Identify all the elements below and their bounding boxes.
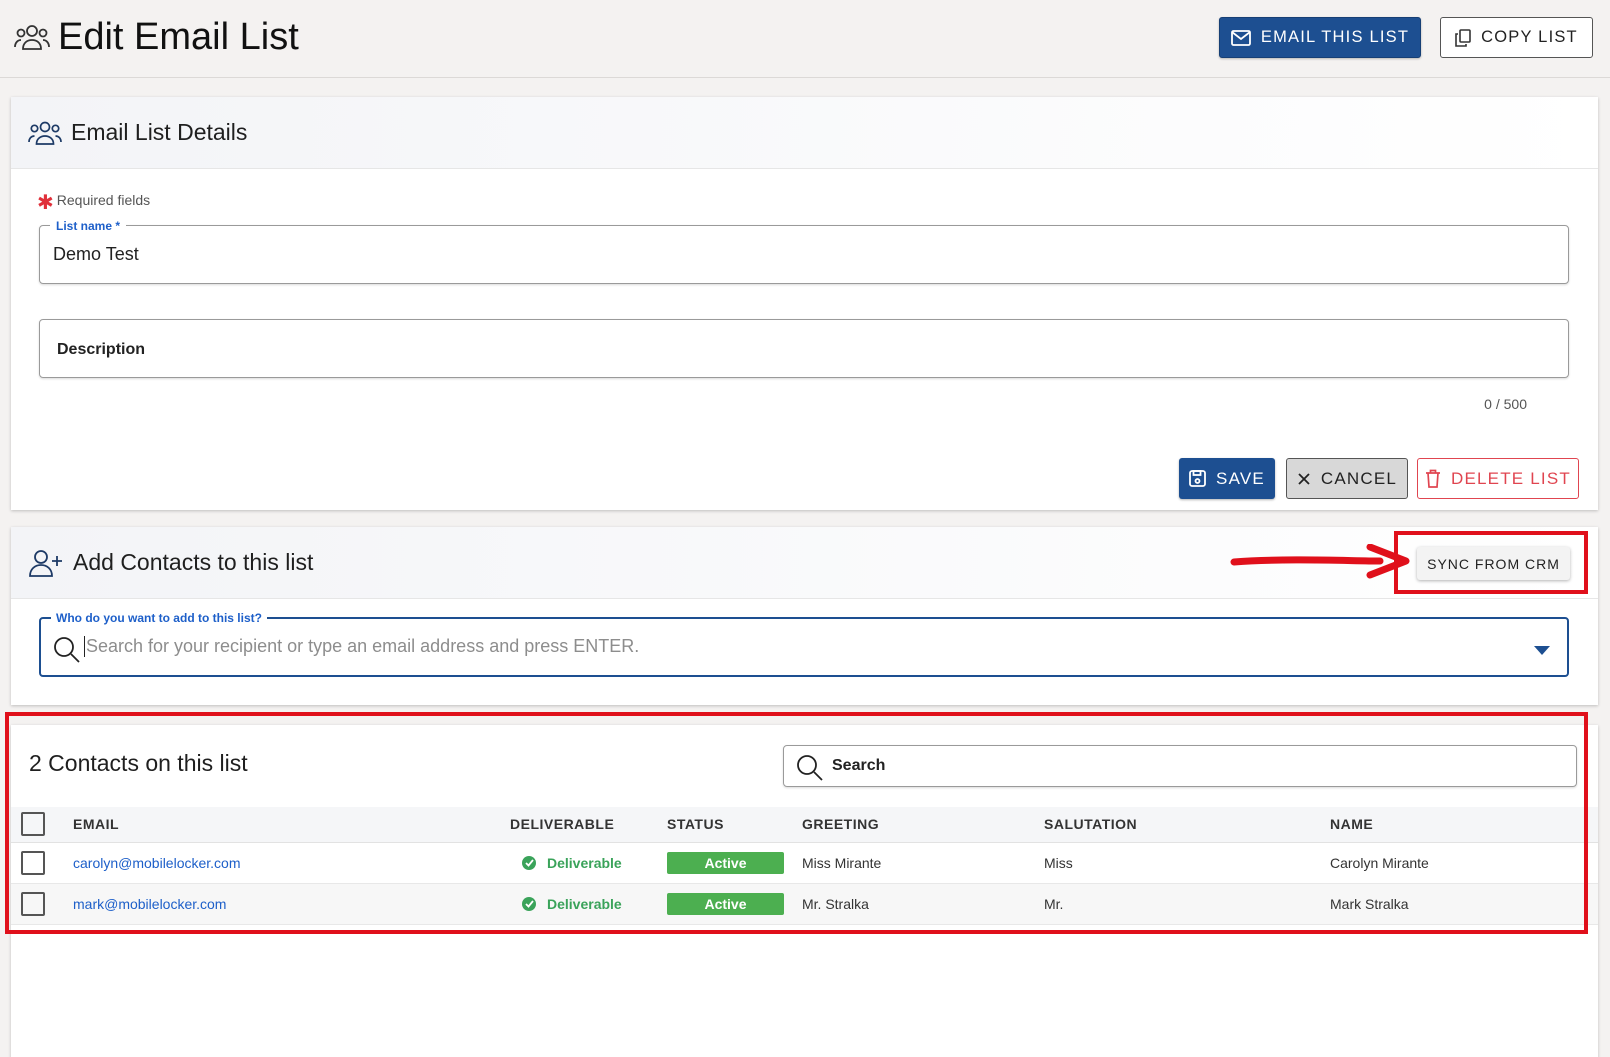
delete-list-button[interactable]: DELETE LIST — [1417, 458, 1579, 499]
envelope-icon — [1230, 29, 1251, 46]
top-bar: Edit Email List EMAIL THIS LIST COPY LIS… — [0, 0, 1610, 78]
asterisk-icon: ✱ — [37, 192, 54, 214]
copy-list-button[interactable]: COPY LIST — [1440, 17, 1593, 58]
delete-list-label: DELETE LIST — [1451, 468, 1571, 488]
save-label: SAVE — [1216, 468, 1265, 488]
trash-icon — [1426, 469, 1441, 488]
description-field[interactable]: Description — [39, 319, 1569, 378]
annotation-box-contacts — [5, 712, 1588, 934]
recipient-search-placeholder: Search for your recipient or type an ema… — [84, 636, 640, 657]
list-name-label: List name * — [50, 219, 127, 233]
cancel-label: CANCEL — [1320, 468, 1398, 488]
description-char-counter: 0 / 500 — [1484, 396, 1527, 412]
required-fields-note: ✱ Required fields — [37, 190, 150, 215]
annotation-arrow — [1230, 544, 1410, 579]
cancel-button[interactable]: CANCEL — [1286, 458, 1408, 499]
required-fields-label: Required fields — [56, 192, 151, 208]
dropdown-arrow-icon[interactable] — [1534, 646, 1550, 655]
email-this-list-button[interactable]: EMAIL THIS LIST — [1219, 17, 1421, 58]
annotation-box-sync — [1394, 531, 1588, 594]
copy-list-label: COPY LIST — [1481, 28, 1578, 46]
recipient-search-input[interactable]: Who do you want to add to this list? Sea… — [39, 611, 1569, 677]
copy-icon — [1455, 28, 1471, 47]
users-group-icon — [14, 25, 50, 50]
save-button[interactable]: SAVE — [1179, 458, 1275, 499]
search-icon — [54, 637, 80, 663]
page-title: Edit Email List — [58, 16, 299, 58]
save-icon — [1189, 470, 1206, 487]
recipient-search-label: Who do you want to add to this list? — [51, 611, 267, 625]
email-this-list-label: EMAIL THIS LIST — [1260, 28, 1410, 46]
email-list-details-card: Email List Details ✱ Required fields List… — [11, 97, 1598, 510]
description-placeholder: Description — [57, 341, 146, 358]
details-card-title: Email List Details — [71, 119, 248, 145]
close-icon — [1298, 472, 1310, 485]
details-card-header: Email List Details — [11, 97, 1598, 169]
user-plus-icon — [29, 549, 62, 577]
add-contacts-title: Add Contacts to this list — [73, 549, 314, 575]
list-name-value: Demo Test — [53, 244, 139, 264]
users-group-icon — [28, 121, 62, 145]
list-name-field[interactable]: List name * Demo Test — [39, 219, 1569, 284]
